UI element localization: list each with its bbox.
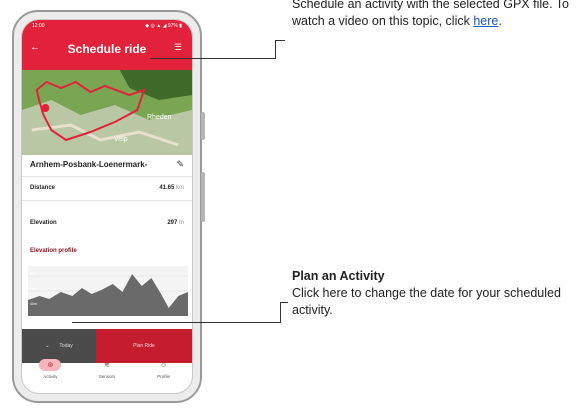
- callout-line-top: [150, 58, 275, 59]
- nav-label: Sensors: [98, 374, 116, 379]
- annotation-body: Click here to change the date for your s…: [292, 286, 561, 317]
- stat-value: 297 m: [167, 220, 184, 226]
- phone-volume-button: [201, 112, 205, 140]
- status-time: 12:00: [32, 23, 45, 29]
- nav-label: Profile: [157, 374, 171, 379]
- annotation-heading: Plan an Activity: [292, 269, 385, 283]
- pencil-icon[interactable]: ✎: [176, 159, 184, 170]
- stat-row-distance: Distance 41.65 km: [30, 185, 184, 191]
- status-bar: 12:00 ◆ ◎ ▲ ◢ 97% ▮: [32, 23, 182, 29]
- annotation-top-period: .: [498, 14, 502, 28]
- nav-item-sensors[interactable]: ≋ Sensors: [82, 359, 132, 379]
- bottom-nav: ⊛ Activity ≋ Sensors ☺ Profile: [22, 355, 192, 393]
- divider: [22, 200, 192, 201]
- status-icons: ◆ ◎ ▲ ◢ 97% ▮: [145, 23, 182, 29]
- stat-label: Elevation: [30, 220, 57, 226]
- map-label-rheden: Rheden: [147, 114, 172, 121]
- route-map[interactable]: Velp Rheden: [22, 70, 192, 155]
- callout-line-bottom-vertical: [280, 302, 281, 323]
- annotation-top-text: Schedule an activity with the selected G…: [292, 0, 570, 28]
- callout-line-bottom: [72, 322, 280, 323]
- divider: [22, 176, 192, 177]
- annotation-top: Schedule an activity with the selected G…: [292, 0, 577, 30]
- stat-row-elevation: Elevation 297 m: [30, 220, 184, 226]
- nav-label: Activity: [43, 374, 58, 379]
- bike-icon: ⊛: [39, 359, 62, 371]
- user-icon: ☺: [160, 361, 168, 369]
- annotation-bottom: Plan an Activity Click here to change th…: [292, 268, 582, 319]
- here-link[interactable]: here: [473, 14, 498, 28]
- phone-power-button: [201, 172, 205, 222]
- callout-line-top-end: [275, 40, 285, 41]
- app-bar: 12:00 ◆ ◎ ▲ ◢ 97% ▮ ← Schedule ride ☰: [22, 20, 192, 70]
- axis-tick: 40m: [30, 302, 37, 306]
- phone-screen: 12:00 ◆ ◎ ▲ ◢ 97% ▮ ← Schedule ride ☰ Ve…: [21, 19, 193, 394]
- database-icon: ≋: [104, 362, 110, 369]
- callout-line-top-vertical: [275, 40, 276, 59]
- stat-label: Distance: [30, 185, 56, 191]
- axis-tick: 80m: [30, 272, 37, 276]
- route-name: Arnhem-Posbank-Loenermark-: [30, 160, 148, 169]
- callout-line-bottom-end: [280, 302, 288, 303]
- menu-icon[interactable]: ☰: [174, 42, 182, 53]
- nav-item-activity[interactable]: ⊛ Activity: [25, 359, 75, 379]
- stat-value: 41.65 km: [159, 185, 184, 191]
- elevation-chart: 80m 60m 40m: [28, 266, 188, 316]
- page-title: Schedule ride: [67, 42, 147, 56]
- map-label-velp: Velp: [114, 136, 128, 143]
- phone-frame: 12:00 ◆ ◎ ▲ ◢ 97% ▮ ← Schedule ride ☰ Ve…: [12, 10, 205, 403]
- nav-item-profile[interactable]: ☺ Profile: [139, 359, 189, 380]
- elevation-graph: [28, 266, 188, 316]
- chevron-down-icon: ⌄: [45, 343, 50, 349]
- today-label: Today: [59, 343, 73, 349]
- map-graphic: [22, 70, 192, 155]
- elevation-profile-label: Elevation profile: [30, 248, 77, 254]
- axis-tick: 60m: [30, 287, 37, 291]
